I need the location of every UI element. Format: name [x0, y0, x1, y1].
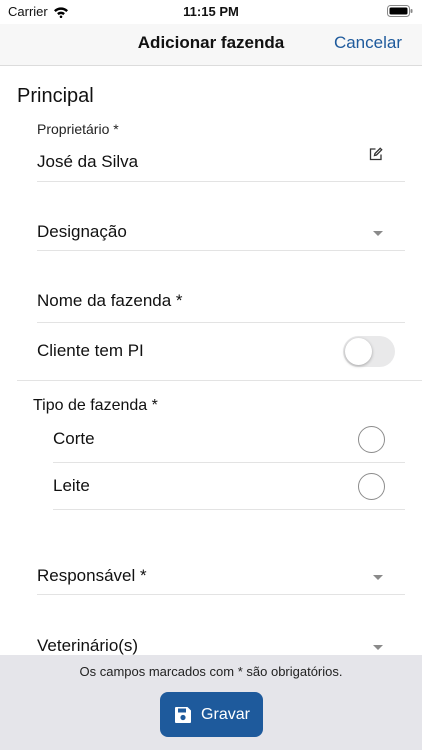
toggle-knob	[345, 338, 372, 365]
chevron-down-icon[interactable]	[373, 231, 383, 236]
owner-field[interactable]: José da Silva	[37, 152, 138, 172]
navigation-bar: Adicionar fazenda Cancelar	[0, 24, 422, 66]
radio-corte[interactable]	[358, 426, 385, 453]
divider	[37, 181, 405, 182]
farm-name-input[interactable]: Nome da fazenda *	[37, 291, 183, 311]
status-time: 11:15 PM	[183, 4, 239, 19]
farm-type-option-leite[interactable]: Leite	[53, 476, 90, 496]
divider	[37, 594, 405, 595]
divider	[37, 250, 405, 251]
cancel-button[interactable]: Cancelar	[334, 33, 402, 53]
divider	[37, 322, 405, 323]
save-button[interactable]: Gravar	[160, 692, 263, 737]
farm-type-label: Tipo de fazenda *	[33, 397, 158, 414]
divider	[53, 509, 405, 510]
designation-dropdown[interactable]: Designação	[37, 222, 127, 242]
chevron-down-icon[interactable]	[373, 645, 383, 650]
footer-bar: Os campos marcados com * são obrigatório…	[0, 655, 422, 750]
required-fields-note: Os campos marcados com * são obrigatório…	[79, 664, 343, 679]
floppy-disk-icon	[175, 706, 192, 723]
save-button-label: Gravar	[201, 705, 250, 723]
responsible-dropdown[interactable]: Responsável *	[37, 566, 147, 586]
battery-icon	[387, 5, 413, 17]
veterinarian-dropdown[interactable]: Veterinário(s)	[37, 636, 138, 656]
client-pi-label: Cliente tem PI	[37, 341, 144, 360]
chevron-down-icon[interactable]	[373, 575, 383, 580]
farm-type-option-corte[interactable]: Corte	[53, 429, 95, 449]
owner-label: Proprietário *	[37, 121, 119, 137]
client-pi-toggle[interactable]	[343, 336, 395, 367]
radio-leite[interactable]	[358, 473, 385, 500]
edit-icon[interactable]	[369, 147, 383, 161]
status-bar: Carrier 11:15 PM	[0, 0, 422, 24]
section-title: Principal	[17, 85, 94, 107]
divider	[53, 462, 405, 463]
divider	[17, 380, 422, 381]
